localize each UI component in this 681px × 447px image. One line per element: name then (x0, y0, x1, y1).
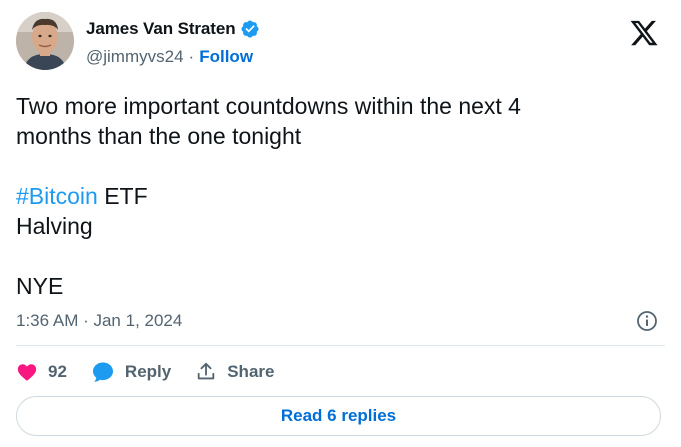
tweet-line-hashtag: #Bitcoin ETF (16, 181, 636, 211)
verified-badge-icon (240, 19, 260, 39)
tweet-embed: James Van Straten @jimmyvs24 · Follow Tw… (0, 0, 681, 447)
tweet-line-rest: ETF (97, 183, 148, 209)
tweet-line: Two more important countdowns within the… (16, 93, 521, 119)
tweet-line: months than the one tonight (16, 123, 302, 149)
tweet-header: James Van Straten @jimmyvs24 · Follow (16, 12, 665, 72)
read-replies-label: Read 6 replies (280, 406, 397, 425)
tweet-line: Halving (16, 213, 93, 239)
timestamp-row: 1:36 AM · Jan 1, 2024 (16, 309, 659, 333)
author-name-row: James Van Straten (86, 18, 260, 40)
reply-label: Reply (124, 362, 172, 381)
author-handle[interactable]: @jimmyvs24 (86, 47, 184, 67)
hashtag-link[interactable]: #Bitcoin (16, 183, 98, 209)
timestamp-link[interactable]: 1:36 AM · Jan 1, 2024 (16, 311, 182, 331)
author-name[interactable]: James Van Straten (86, 19, 236, 39)
follow-link[interactable]: Follow (199, 47, 253, 67)
author-handle-row: @jimmyvs24 · Follow (86, 47, 260, 67)
x-logo-icon[interactable] (629, 18, 659, 48)
reply-bubble-icon (91, 360, 115, 384)
read-replies-button[interactable]: Read 6 replies (16, 396, 661, 436)
action-bar: 92 Reply Share (16, 356, 298, 388)
avatar[interactable] (16, 12, 74, 70)
author-block: James Van Straten @jimmyvs24 · Follow (86, 18, 260, 67)
tweet-text: Two more important countdowns within the… (16, 91, 636, 301)
divider (16, 345, 665, 346)
info-icon[interactable] (635, 309, 659, 333)
like-button[interactable]: 92 (16, 361, 67, 383)
avatar-photo (16, 12, 74, 70)
separator-dot: · (188, 47, 195, 66)
share-icon (195, 361, 217, 383)
heart-icon (16, 361, 38, 383)
share-label: Share (227, 362, 275, 381)
like-count: 92 (48, 362, 67, 381)
share-button[interactable]: Share (195, 361, 274, 383)
reply-button[interactable]: Reply (91, 360, 171, 384)
tweet-line: NYE (16, 273, 64, 299)
